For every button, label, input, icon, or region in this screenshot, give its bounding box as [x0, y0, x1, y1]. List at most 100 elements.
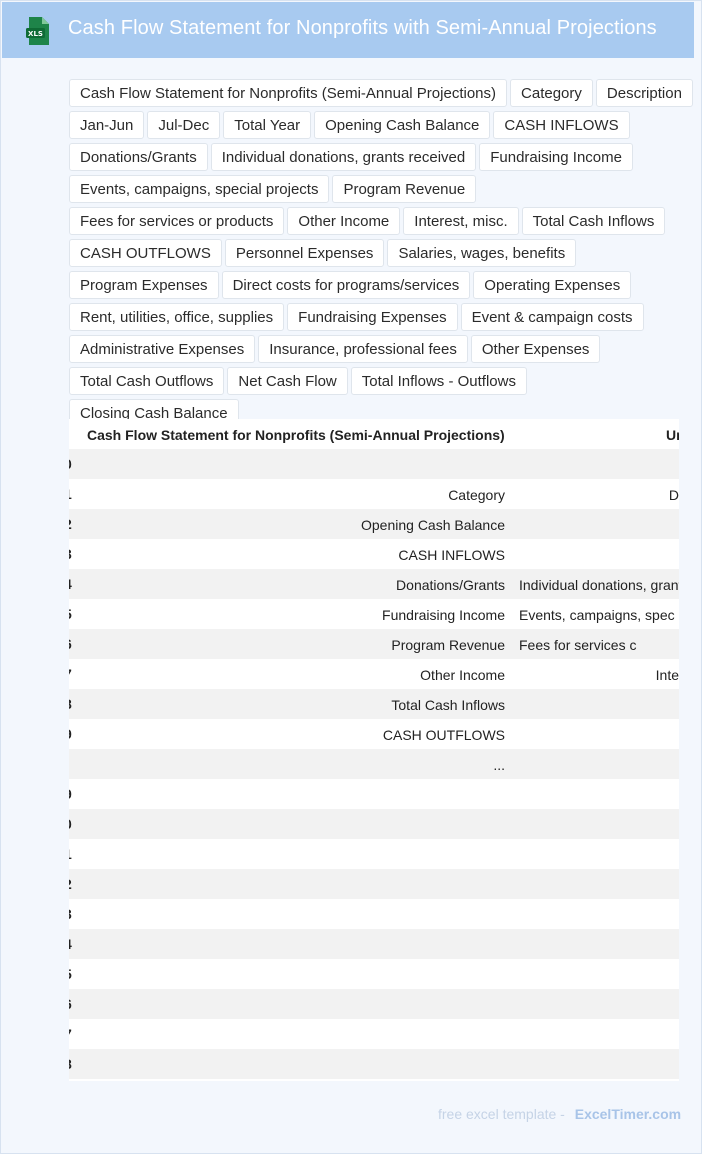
keyword-chip[interactable]: Event & campaign costs [460, 303, 644, 331]
keyword-chip[interactable]: Program Expenses [69, 271, 219, 299]
keyword-chip[interactable]: Total Inflows - Outflows [350, 367, 527, 395]
table-row: 2 Opening Cash Balance [69, 509, 679, 539]
table-row: 7 [69, 1019, 679, 1049]
footer-brand-link[interactable]: ExcelTimer.com [575, 1106, 681, 1122]
keyword-chip[interactable]: Jul-Dec [147, 111, 221, 139]
cell-category: Other Income [420, 667, 505, 683]
row-number: 3 [69, 546, 72, 562]
keyword-chip[interactable]: Cash Flow Statement for Nonprofits (Semi… [69, 79, 508, 107]
table-row: 0 [69, 809, 679, 839]
keyword-chip[interactable]: Description [595, 79, 693, 107]
keyword-chip[interactable]: Events, campaigns, special projects [69, 175, 330, 203]
keyword-chip[interactable]: Administrative Expenses [69, 335, 256, 363]
header-bar: XLS Cash Flow Statement for Nonprofits w… [2, 2, 694, 58]
row-number: 0 [69, 816, 72, 832]
keyword-chip[interactable]: Individual donations, grants received [210, 143, 477, 171]
keyword-chip[interactable]: Total Year [223, 111, 312, 139]
table-row: 6 [69, 989, 679, 1019]
table-row: 3 CASH INFLOWS [69, 539, 679, 569]
row-number: 1 [69, 486, 72, 502]
page-frame: XLS Cash Flow Statement for Nonprofits w… [0, 0, 702, 1154]
keyword-chip[interactable]: Donations/Grants [69, 143, 208, 171]
table-row: 6 Program Revenue Fees for services c [69, 629, 679, 659]
cell-category: Opening Cash Balance [361, 517, 505, 533]
cell-category: Fundraising Income [382, 607, 505, 623]
table-row: .... [69, 749, 679, 779]
row-number: 4 [69, 936, 72, 952]
column-a-header: Cash Flow Statement for Nonprofits (Semi… [87, 427, 505, 443]
cell-category: CASH OUTFLOWS [382, 727, 505, 743]
table-row: 7 Other Income Inte [69, 659, 679, 689]
row-number: 8 [69, 1056, 72, 1072]
cell-category: Donations/Grants [396, 577, 505, 593]
row-number: 2 [69, 876, 72, 892]
keyword-chip[interactable]: Personnel Expenses [224, 239, 385, 267]
cell-category: Category [448, 487, 505, 503]
keyword-chip[interactable]: Rent, utilities, office, supplies [69, 303, 285, 331]
cell-category: Total Cash Inflows [391, 697, 505, 713]
keyword-chip[interactable]: Insurance, professional fees [258, 335, 468, 363]
keyword-chip[interactable]: Total Cash Outflows [69, 367, 225, 395]
row-number: 1 [69, 846, 72, 862]
row-number: 5 [69, 606, 72, 622]
cell-description: D [668, 487, 679, 503]
keyword-chip[interactable]: CASH INFLOWS [493, 111, 630, 139]
table-row: 1 [69, 839, 679, 869]
keyword-chip[interactable]: Fundraising Expenses [287, 303, 458, 331]
keyword-chip[interactable]: Interest, misc. [403, 207, 519, 235]
cell-description: Fees for services c [519, 637, 637, 653]
cell-category: Program Revenue [391, 637, 505, 653]
row-number: 5 [69, 966, 72, 982]
cell-description: Events, campaigns, spec [519, 607, 675, 623]
cell-description: Inte [655, 667, 679, 683]
table-row: 2 [69, 869, 679, 899]
keyword-chip[interactable]: Total Cash Inflows [521, 207, 666, 235]
keyword-chip[interactable]: Operating Expenses [473, 271, 632, 299]
keyword-chip[interactable]: Jan-Jun [69, 111, 145, 139]
table-row: 3 [69, 899, 679, 929]
keyword-chip[interactable]: CASH OUTFLOWS [69, 239, 222, 267]
keyword-chip[interactable]: Fees for services or products [69, 207, 285, 235]
footer-prefix: free excel template - [438, 1106, 565, 1122]
keyword-chip[interactable]: Other Expenses [470, 335, 601, 363]
xls-icon-label: XLS [28, 30, 43, 38]
row-number: 6 [69, 636, 72, 652]
table-row: 9 CASH OUTFLOWS [69, 719, 679, 749]
keyword-chip[interactable]: Net Cash Flow [227, 367, 348, 395]
table-row: 0 [69, 449, 679, 479]
row-number: 7 [69, 1026, 72, 1042]
keyword-chip[interactable]: Fundraising Income [479, 143, 633, 171]
page-title: Cash Flow Statement for Nonprofits with … [68, 17, 657, 39]
cell-category: ... [493, 757, 505, 773]
table-row: 8 Total Cash Inflows [69, 689, 679, 719]
keyword-chip[interactable]: Salaries, wages, benefits [387, 239, 577, 267]
table-row: 1 Category D [69, 479, 679, 509]
row-number: 0 [69, 456, 72, 472]
xls-file-icon: XLS [26, 17, 49, 45]
table-row: 4 [69, 929, 679, 959]
keyword-chip[interactable]: Program Revenue [332, 175, 477, 203]
keyword-chip-list: Cash Flow Statement for Nonprofits (Semi… [69, 79, 693, 427]
column-b-header: Ur [666, 427, 679, 443]
table-row: 5 Fundraising Income Events, campaigns, sp… [69, 599, 679, 629]
spreadsheet-preview: Cash Flow Statement for Nonprofits (Semi… [69, 419, 679, 1081]
table-row: 9 [69, 779, 679, 809]
keyword-chip[interactable]: Other Income [287, 207, 401, 235]
spreadsheet-header-row: Cash Flow Statement for Nonprofits (Semi… [69, 419, 679, 449]
row-number: 7 [69, 666, 72, 682]
cell-description: Individual donations, grant [519, 577, 679, 593]
table-row: 8 [69, 1049, 679, 1079]
row-number: 6 [69, 996, 72, 1012]
row-number: 4 [69, 576, 72, 592]
row-number: 9 [69, 786, 72, 802]
table-row: 4 Donations/Grants Individual donations, g… [69, 569, 679, 599]
row-number: 9 [69, 726, 72, 742]
row-number: 2 [69, 516, 72, 532]
row-number: 3 [69, 906, 72, 922]
footer-credit: free excel template - ExcelTimer.com [438, 1106, 681, 1122]
keyword-chip[interactable]: Category [510, 79, 593, 107]
cell-category: CASH INFLOWS [398, 547, 505, 563]
keyword-chip[interactable]: Opening Cash Balance [314, 111, 491, 139]
keyword-chip[interactable]: Direct costs for programs/services [221, 271, 471, 299]
table-row: 5 [69, 959, 679, 989]
